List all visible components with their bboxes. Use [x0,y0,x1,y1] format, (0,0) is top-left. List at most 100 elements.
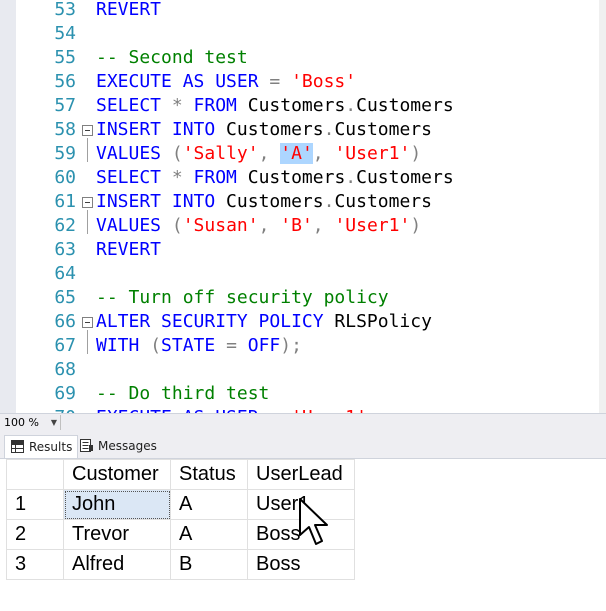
code-line[interactable]: 67 WITH (STATE = OFF); [0,334,606,358]
table-cell[interactable]: Alfred [63,549,171,580]
code-token: Customers [215,119,324,140]
mouse-pointer-icon [299,498,328,545]
collapse-toggle-icon[interactable] [82,197,93,208]
code-token: = [258,71,292,92]
line-number: 58 [54,119,76,140]
code-token: * [161,167,194,188]
table-header-row: Customer Status UserLead [6,459,355,490]
code-token: INSERT INTO [96,119,216,140]
zoom-bar: 100 % ▼ [0,413,606,432]
code-token: 'User1' [334,143,411,164]
code-token: 'Sally' [182,143,259,164]
row-number[interactable]: 1 [6,489,64,520]
code-line[interactable]: 63 REVERT [0,238,606,262]
collapse-toggle-icon[interactable] [82,317,93,328]
code-text: REVERT [96,0,161,22]
code-line[interactable]: 64 [0,262,606,286]
code-token: Customers [356,167,454,188]
code-token: = [215,335,248,356]
table-row: 3 Alfred B Boss [6,549,355,580]
code-line[interactable]: 68 [0,358,606,382]
code-token: -- Do third test [96,383,270,404]
code-line[interactable]: 70 EXECUTE AS USER = 'User1' [0,406,606,413]
code-line[interactable]: 53 REVERT [0,0,606,22]
column-header-customer[interactable]: Customer [63,459,171,490]
row-number[interactable]: 2 [6,519,64,550]
code-token: SELECT [96,95,162,116]
chevron-down-icon: ▼ [50,418,57,427]
code-token: WITH [96,335,140,356]
code-token: -- Turn off security policy [96,287,389,308]
code-line[interactable]: 61 INSERT INTO Customers.Customers [0,190,606,214]
code-line[interactable]: 54 [0,22,606,46]
code-text: EXECUTE AS USER = 'User1' [96,406,367,413]
code-text: INSERT INTO Customers.Customers [96,190,432,214]
code-token: OFF [247,335,281,356]
code-line[interactable]: 59 VALUES ('Sally', 'A', 'User1') [0,142,606,166]
code-text: REVERT [96,238,161,262]
code-token: 'User1' [334,215,411,236]
code-text: SELECT * FROM Customers.Customers [96,166,454,190]
line-number: 66 [54,311,76,332]
tab-results[interactable]: Results [4,435,78,458]
line-number: 61 [54,191,76,212]
code-line[interactable]: 62 VALUES ('Susan', 'B', 'User1') [0,214,606,238]
query-editor[interactable]: 53 REVERT 54 55 -- Second test 56 EXECUTE AS U… [0,0,606,413]
code-text: -- Second test [96,46,248,70]
code-token: REVERT [96,0,162,20]
code-token: * [161,95,194,116]
code-token: FROM [193,167,237,188]
table-cell[interactable]: Boss [247,549,355,580]
code-token: 'Susan' [182,215,259,236]
code-line[interactable]: 57 SELECT * FROM Customers.Customers [0,94,606,118]
code-token: SELECT [96,167,162,188]
collapse-toggle-icon[interactable] [82,125,93,136]
table-cell[interactable]: Trevor [63,519,171,550]
code-text: VALUES ('Sally', 'A', 'User1') [96,142,421,166]
code-token: . [323,191,335,212]
code-text: WITH (STATE = OFF); [96,334,302,358]
table-cell[interactable]: A [170,489,248,520]
code-token: 'A' [280,143,313,164]
line-number: 62 [54,215,76,236]
editor-vertical-scrollbar[interactable] [599,0,606,413]
code-token: ( [161,143,183,164]
zoom-dropdown[interactable]: 100 % ▼ [2,415,61,430]
code-line[interactable]: 65 -- Turn off security policy [0,286,606,310]
table-cell[interactable]: B [170,549,248,580]
column-header-status[interactable]: Status [170,459,248,490]
row-number[interactable]: 3 [6,549,64,580]
row-number-header[interactable] [6,459,64,490]
code-line[interactable]: 60 SELECT * FROM Customers.Customers [0,166,606,190]
zoom-level: 100 % [4,416,39,429]
code-line[interactable]: 58 INSERT INTO Customers.Customers [0,118,606,142]
code-text: VALUES ('Susan', 'B', 'User1') [96,214,421,238]
line-number: 67 [54,335,76,356]
line-number: 69 [54,383,76,404]
code-token: Customers [334,191,432,212]
grid-icon [11,440,24,453]
code-token: -- Second test [96,47,248,68]
code-token: Customers [236,167,346,188]
tab-results-label: Results [29,440,73,454]
code-line[interactable]: 56 EXECUTE AS USER = 'Boss' [0,70,606,94]
line-number: 57 [54,95,76,116]
line-number: 68 [54,359,76,380]
results-tab-bar: Results Messages [0,432,606,458]
line-number: 60 [54,167,76,188]
line-number: 55 [54,47,76,68]
table-cell[interactable]: John [63,489,171,520]
code-line[interactable]: 55 -- Second test [0,46,606,70]
code-token: RLSPolicy [323,311,432,332]
code-line[interactable]: 69 -- Do third test [0,382,606,406]
tab-messages[interactable]: Messages [74,435,178,457]
code-line[interactable]: 66 ALTER SECURITY POLICY RLSPolicy [0,310,606,334]
code-token: ) [410,215,422,236]
line-number: 65 [54,287,76,308]
column-header-userlead[interactable]: UserLead [247,459,355,490]
code-text: ALTER SECURITY POLICY RLSPolicy [96,310,432,334]
code-token: INSERT INTO [96,191,216,212]
code-token: ) [410,143,422,164]
code-token: ALTER SECURITY POLICY [96,311,324,332]
table-cell[interactable]: A [170,519,248,550]
